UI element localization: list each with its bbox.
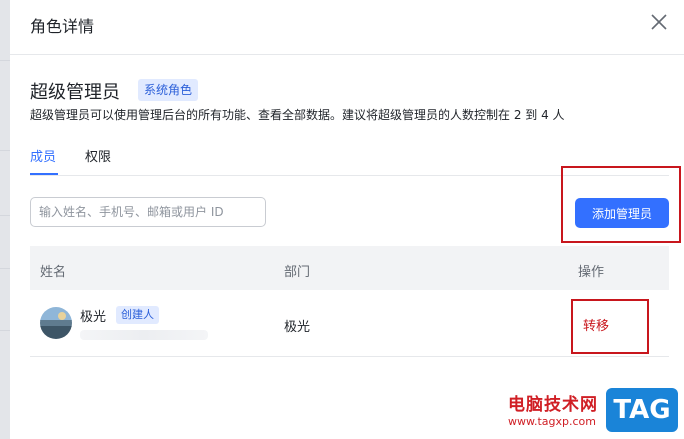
close-icon[interactable]: [648, 11, 670, 33]
role-detail-dialog: 角色详情 超级管理员 系统角色 超级管理员可以使用管理后台的所有功能、查看全部数…: [10, 0, 684, 439]
avatar: [40, 307, 72, 339]
dialog-title: 角色详情: [30, 17, 95, 36]
background-page-strip: [0, 0, 10, 439]
role-description: 超级管理员可以使用管理后台的所有功能、查看全部数据。建议将超级管理员的人数控制在…: [30, 108, 565, 122]
member-name: 极光: [80, 310, 107, 325]
table-header: 姓名 部门 操作: [30, 246, 669, 290]
role-name: 超级管理员: [30, 82, 120, 103]
column-header-actions: 操作: [578, 265, 605, 280]
tab-members[interactable]: 成员: [30, 146, 56, 165]
system-role-badge: 系统角色: [138, 79, 199, 101]
tab-permissions[interactable]: 权限: [85, 146, 111, 165]
watermark-tag-logo: TAG: [606, 388, 678, 432]
watermark-url: www.tagxp.com: [508, 415, 596, 428]
blurred-user-info: [80, 330, 208, 340]
creator-badge: 创建人: [116, 306, 159, 324]
dialog-header: 角色详情: [10, 0, 684, 55]
highlight-box-transfer: [571, 299, 649, 354]
member-department: 极光: [284, 320, 311, 335]
column-header-name: 姓名: [40, 265, 67, 280]
watermark: 电脑技术网 www.tagxp.com TAG: [508, 388, 680, 434]
watermark-text: 电脑技术网: [508, 395, 598, 415]
column-header-department: 部门: [284, 265, 311, 280]
highlight-box-add-admin: [561, 166, 681, 243]
member-search-input[interactable]: [30, 197, 266, 227]
